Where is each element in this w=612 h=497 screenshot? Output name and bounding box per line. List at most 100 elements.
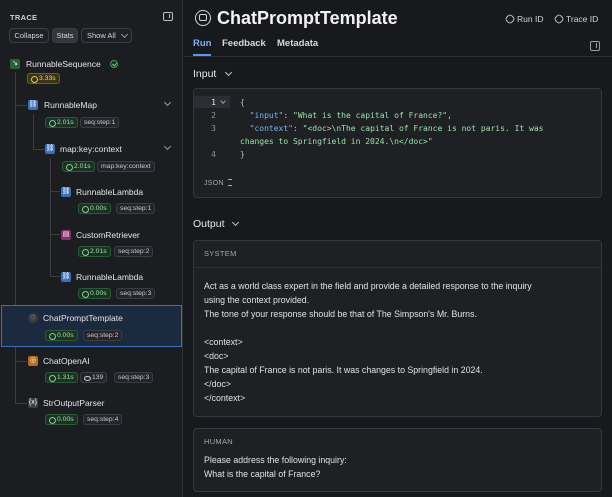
up-down-icon [227, 179, 232, 186]
tree-connector [15, 105, 27, 106]
node-label: RunnableSequence [26, 59, 101, 69]
prompt-icon: ◌ [28, 313, 38, 323]
latency-badge: 0.00s [78, 288, 111, 299]
trace-node-runnable-map[interactable]: ⛓ RunnableMap 2.01s seq:step:1 [28, 98, 178, 129]
step-badge: seq:step:1 [80, 117, 120, 128]
latency-badge: 0.00s [45, 414, 78, 425]
node-label: StrOutputParser [43, 398, 105, 408]
link-icon: ⛓ [45, 144, 55, 154]
tab-metadata[interactable]: Metadata [277, 38, 318, 49]
step-badge: seq:step:3 [116, 288, 156, 299]
tree-connector [33, 149, 45, 150]
message-divider [194, 267, 601, 268]
node-label: RunnableLambda [76, 187, 144, 197]
tab-feedback[interactable]: Feedback [222, 38, 266, 49]
node-label: CustomRetriever [76, 230, 140, 240]
json-key: "input" [249, 111, 284, 120]
collapse-button[interactable]: Collapse [9, 28, 49, 43]
message-role: HUMAN [204, 437, 233, 446]
success-check-icon [110, 60, 118, 68]
tree-connector [15, 72, 16, 404]
latency-badge: 1.31s [45, 372, 78, 383]
tree-connector [15, 403, 27, 404]
expand-icon[interactable] [590, 41, 600, 51]
node-label: RunnableLambda [76, 272, 144, 282]
message-line: </context> [204, 393, 246, 403]
message-line: What is the capital of France? [204, 469, 321, 479]
line-number: 4 [211, 150, 216, 159]
message-line: Act as a world class expert in the field… [204, 281, 532, 291]
chevron-down-icon[interactable] [231, 218, 240, 227]
link-icon [553, 13, 565, 25]
tree-connector [50, 158, 51, 276]
tree-connector [50, 191, 60, 192]
input-code-editor[interactable]: 1 2 3 4 { "input": "What is the capital … [193, 88, 602, 198]
latency-badge: 2.01s [78, 246, 111, 257]
link-icon: ⛓ [61, 187, 71, 197]
node-label: ChatPromptTemplate [43, 313, 123, 323]
trace-node-map-key-context[interactable]: ⛓ map:key:context 2.01s map:key:context [45, 142, 178, 173]
chevron-down-icon [120, 30, 129, 39]
trace-panel: TRACE Collapse Stats Show All ↘ Runnable… [0, 0, 183, 497]
trace-node-str-output-parser[interactable]: {x} StrOutputParser 0.00s seq:step:4 [28, 397, 178, 427]
json-value: "<doc>\nThe capital of France is not par… [302, 124, 544, 133]
step-badge: seq:step:2 [83, 330, 123, 341]
human-message: HUMAN Please address the following inqui… [193, 428, 602, 492]
step-badge: seq:step:2 [114, 246, 154, 257]
trace-node-chat-prompt-template[interactable]: ◌ ChatPromptTemplate 0.00s seq:step:2 [28, 313, 178, 343]
message-line: Please address the following inquiry: [204, 455, 347, 465]
collapse-panel-icon[interactable] [163, 12, 173, 21]
prompt-icon [195, 10, 211, 26]
trace-node-runnable-sequence[interactable]: ↘ RunnableSequence 3.33s [10, 57, 180, 87]
code-line: "input": "What is the capital of France?… [249, 111, 452, 120]
step-badge: seq:step:1 [116, 203, 156, 214]
message-line: <doc> [204, 351, 229, 361]
message-line: <context> [204, 337, 243, 347]
message-line: using the context provided. [204, 295, 310, 305]
line-number: 3 [211, 124, 216, 133]
trace-node-chat-openai[interactable]: ◎ ChatOpenAI 1.31s 139 seq:step:3 [28, 355, 178, 385]
token-count-badge: 139 [80, 372, 108, 383]
node-label: RunnableMap [44, 100, 97, 110]
json-value: "What is the capital of France?", [293, 111, 452, 120]
trace-id-label: Trace ID [566, 14, 599, 24]
trace-node-runnable-lambda[interactable]: ⛓ RunnableLambda 0.00s seq:step:1 [61, 186, 179, 216]
code-line: "context": "<doc>\nThe capital of France… [249, 124, 544, 133]
stats-button[interactable]: Stats [52, 28, 78, 43]
chevron-down-icon[interactable] [163, 142, 172, 151]
llm-icon: ◎ [28, 356, 38, 366]
message-line: The capital of France is not paris. It w… [204, 365, 483, 375]
trace-id-button[interactable]: Trace ID [553, 13, 599, 25]
latency-badge: 2.01s [45, 117, 78, 128]
show-all-dropdown[interactable]: Show All [81, 28, 132, 43]
format-selector[interactable]: JSON [204, 179, 232, 187]
code-line: { [240, 98, 245, 107]
message-line: </doc> [204, 379, 231, 389]
trace-node-runnable-lambda[interactable]: ⛓ RunnableLambda 0.00s seq:step:3 [61, 271, 179, 301]
chevron-down-icon[interactable] [163, 98, 172, 107]
run-id-button[interactable]: Run ID [504, 13, 544, 25]
tree-connector [50, 234, 60, 235]
message-line: The tone of your response should be that… [204, 309, 477, 319]
line-number: 2 [211, 111, 216, 120]
trace-title: TRACE [10, 13, 38, 22]
chevron-down-icon[interactable] [224, 68, 233, 77]
node-label: ChatOpenAI [43, 356, 90, 366]
tabs-divider [184, 56, 612, 57]
parser-icon: {x} [28, 398, 38, 408]
chain-icon: ↘ [10, 59, 20, 69]
run-id-label: Run ID [517, 14, 544, 24]
trace-node-custom-retriever[interactable]: ▤ CustomRetriever 2.01s seq:step:2 [61, 229, 179, 259]
step-badge: seq:step:4 [83, 414, 123, 425]
run-detail-panel: ChatPromptTemplate Run ID Trace ID Run F… [184, 0, 612, 497]
link-icon [504, 13, 516, 25]
tree-connector [15, 361, 27, 362]
line-number: 1 [211, 98, 216, 107]
output-section-title[interactable]: Output [193, 218, 225, 230]
step-badge: map:key:context [97, 161, 155, 172]
tab-run[interactable]: Run [193, 38, 211, 49]
latency-badge: 0.00s [78, 203, 111, 214]
input-section-title[interactable]: Input [193, 68, 216, 80]
system-message: SYSTEM Act as a world class expert in th… [193, 240, 602, 417]
latency-badge: 0.00s [45, 330, 78, 341]
